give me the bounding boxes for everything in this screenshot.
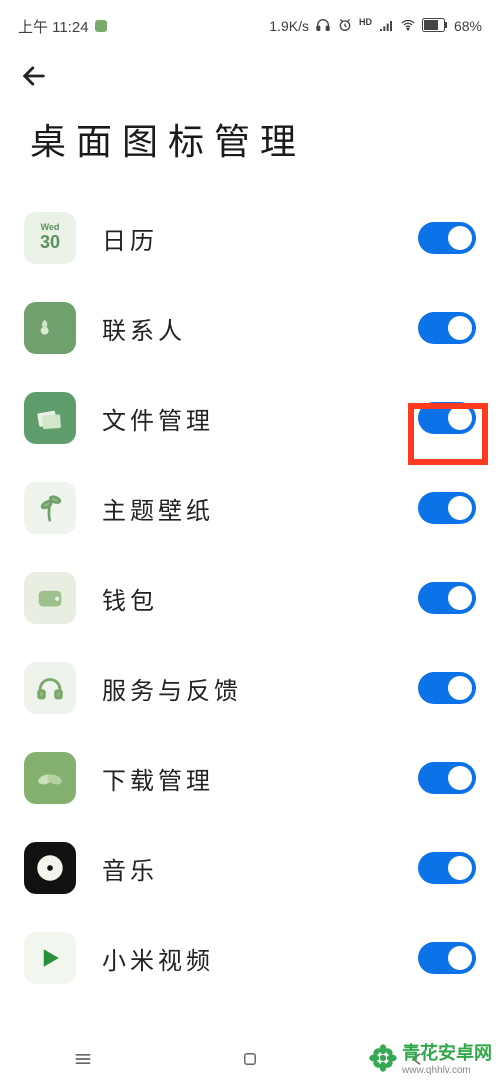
list-item-download: 下载管理 (0, 733, 500, 823)
toggle-music[interactable] (418, 852, 476, 884)
toggle-contacts[interactable] (418, 312, 476, 344)
toggle-calendar[interactable] (418, 222, 476, 254)
app-label: 钱包 (102, 581, 418, 616)
nav-recents-icon[interactable] (70, 1046, 96, 1072)
status-app-indicator-icon (95, 20, 107, 32)
app-label: 联系人 (102, 311, 418, 346)
headphones-icon (315, 17, 331, 36)
list-item-music: 音乐 (0, 823, 500, 913)
page-header (0, 44, 500, 105)
video-icon (24, 932, 76, 984)
toggle-video[interactable] (418, 942, 476, 974)
app-label: 下载管理 (102, 761, 418, 796)
themes-icon (24, 482, 76, 534)
download-icon (24, 752, 76, 804)
battery-percent: 68% (454, 18, 482, 34)
app-label: 主题壁纸 (102, 491, 418, 526)
battery-icon (422, 18, 448, 35)
app-label: 服务与反馈 (102, 671, 418, 706)
music-icon (24, 842, 76, 894)
calendar-icon: Wed 30 (24, 212, 76, 264)
app-label: 文件管理 (102, 401, 418, 436)
app-label: 日历 (102, 221, 418, 256)
status-bar: 上午 11:24 1.9K/s HD 68% (0, 0, 500, 44)
wallet-icon (24, 572, 76, 624)
list-item-themes: 主题壁纸 (0, 463, 500, 553)
watermark-flower-icon (368, 1043, 398, 1073)
toggle-wallet[interactable] (418, 582, 476, 614)
status-time: 上午 11:24 (18, 16, 89, 37)
toggle-files[interactable] (418, 402, 476, 434)
hd-signal-icon: HD (359, 17, 372, 27)
service-feedback-icon (24, 662, 76, 714)
app-label: 音乐 (102, 851, 418, 886)
wifi-icon (400, 17, 416, 36)
contacts-icon (24, 302, 76, 354)
calendar-icon-date: 30 (40, 233, 60, 253)
network-speed: 1.9K/s (269, 18, 309, 34)
list-item-wallet: 钱包 (0, 553, 500, 643)
list-item-service: 服务与反馈 (0, 643, 500, 733)
toggle-download[interactable] (418, 762, 476, 794)
watermark-url: www.qhhlv.com (402, 1065, 492, 1076)
app-label: 小米视频 (102, 941, 418, 976)
page-title: 桌面图标管理 (0, 105, 500, 185)
nav-home-icon[interactable] (237, 1046, 263, 1072)
files-icon (24, 392, 76, 444)
alarm-icon (337, 17, 353, 36)
watermark-brand: 青花安卓网 (402, 1043, 492, 1063)
toggle-service[interactable] (418, 672, 476, 704)
list-item-video: 小米视频 (0, 913, 500, 1003)
toggle-themes[interactable] (418, 492, 476, 524)
cellular-signal-icon (378, 17, 394, 36)
back-icon[interactable] (20, 66, 48, 96)
list-item-files: 文件管理 (0, 373, 500, 463)
app-list: Wed 30 日历 联系人 文件管理 主题壁纸 钱包 (0, 185, 500, 1011)
list-item-contacts: 联系人 (0, 283, 500, 373)
list-item-calendar: Wed 30 日历 (0, 193, 500, 283)
watermark: 青花安卓网 www.qhhlv.com (368, 1039, 492, 1076)
status-left: 上午 11:24 (18, 16, 107, 37)
status-right: 1.9K/s HD 68% (269, 17, 482, 36)
